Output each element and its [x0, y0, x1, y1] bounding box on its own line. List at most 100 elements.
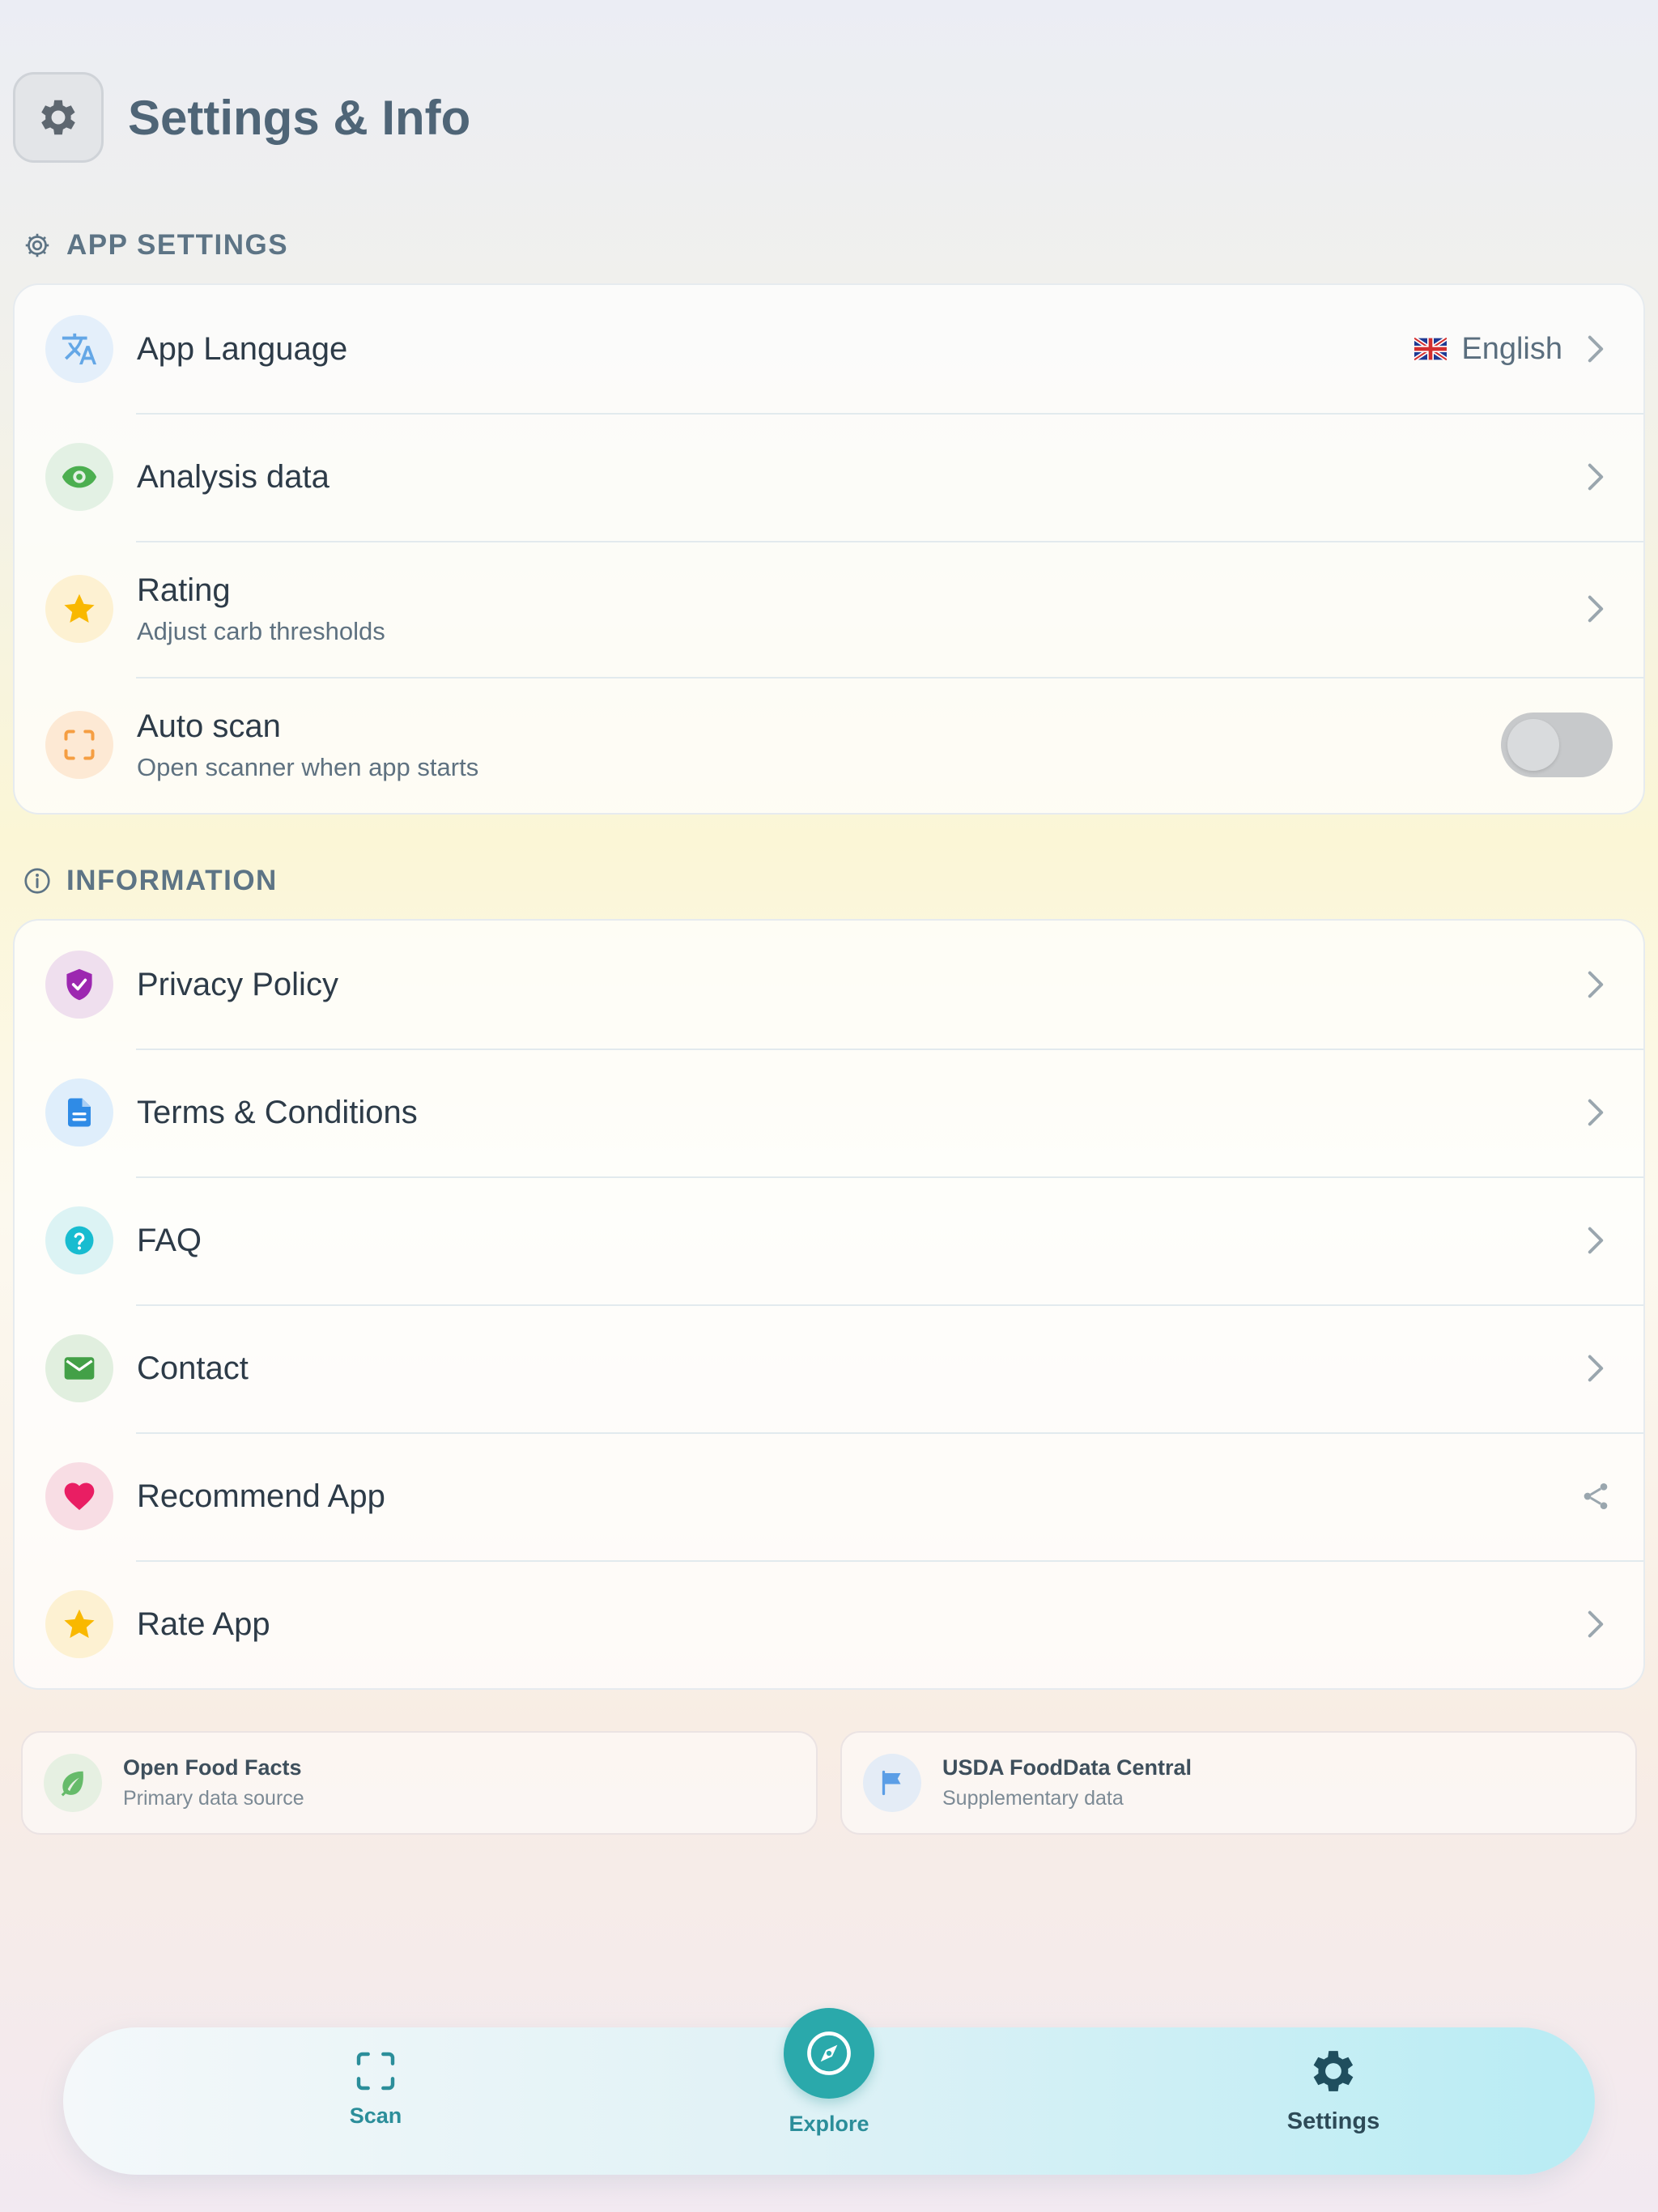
row-subtitle: Adjust carb thresholds: [137, 616, 385, 645]
row-icon-badge: [45, 1462, 113, 1530]
document-icon: [68, 1098, 91, 1127]
row-text: App Language: [137, 331, 347, 368]
auto-scan-toggle[interactable]: [1501, 713, 1613, 777]
chevron-right-icon: [1584, 461, 1608, 493]
compass-icon: [807, 2031, 851, 2075]
language-value-text: English: [1461, 331, 1562, 366]
row-icon-badge: [45, 575, 113, 643]
mail-icon: [64, 1357, 95, 1380]
source-card-open-food-facts: Open Food Facts Primary data source: [21, 1731, 818, 1835]
toggle-knob: [1507, 719, 1559, 771]
section-information-title: INFORMATION: [23, 861, 278, 901]
tab-settings[interactable]: Settings: [1238, 2044, 1429, 2135]
source-icon-badge: [863, 1754, 921, 1812]
row-label: Recommend App: [137, 1478, 385, 1514]
row-icon-badge: [45, 1206, 113, 1274]
row-text: Rate App: [137, 1606, 270, 1643]
source-card-usda: USDA FoodData Central Supplementary data: [840, 1731, 1637, 1835]
uk-flag-icon: [1414, 338, 1448, 360]
flag-icon: [882, 1770, 901, 1796]
row-text: FAQ: [137, 1223, 202, 1259]
row-privacy-policy[interactable]: Privacy Policy: [15, 921, 1643, 1049]
row-icon-badge: [45, 1078, 113, 1146]
chevron-right-icon: [1584, 1224, 1608, 1257]
row-recommend-app[interactable]: Recommend App: [15, 1432, 1643, 1560]
translate-icon: [62, 333, 97, 365]
chevron-right-icon: [1584, 1608, 1608, 1640]
eye-icon: [62, 466, 97, 488]
row-app-language[interactable]: App Language English: [15, 285, 1643, 413]
source-title: USDA FoodData Central: [942, 1755, 1192, 1780]
tab-explore[interactable]: Explore: [733, 2008, 925, 2137]
scan-frame-icon: [356, 2052, 395, 2091]
info-icon: [24, 868, 50, 894]
row-label: Privacy Policy: [137, 966, 338, 1002]
tab-label: Settings: [1286, 2108, 1380, 2134]
language-value: English: [1414, 332, 1562, 367]
header-gear-badge: [13, 72, 104, 163]
row-rating[interactable]: Rating Adjust carb thresholds: [15, 541, 1643, 677]
shield-check-icon: [66, 968, 92, 1001]
row-text: Auto scan Open scanner when app starts: [137, 708, 478, 782]
row-icon-badge: [45, 443, 113, 511]
row-label: Contact: [137, 1350, 249, 1386]
row-text: Rating Adjust carb thresholds: [137, 572, 385, 646]
app-settings-card: App Language English Analysis data Ratin…: [13, 283, 1645, 815]
chevron-right-icon: [1584, 968, 1608, 1001]
row-label: Analysis data: [137, 458, 329, 495]
row-icon-badge: [45, 711, 113, 779]
row-label: App Language: [137, 330, 348, 367]
row-text: Analysis data: [137, 459, 329, 496]
star-icon: [64, 593, 95, 623]
gear-icon: [41, 100, 75, 135]
row-label: Rating: [137, 572, 231, 608]
row-label: Rate App: [137, 1606, 270, 1642]
source-icon-badge: [44, 1754, 102, 1812]
tab-label: Explore: [789, 2112, 869, 2136]
gear-outline-icon: [25, 233, 49, 257]
row-text: Recommend App: [137, 1478, 385, 1515]
row-analysis-data[interactable]: Analysis data: [15, 413, 1643, 541]
row-rate-app[interactable]: Rate App: [15, 1560, 1643, 1688]
chevron-right-icon: [1584, 1352, 1608, 1385]
source-subtitle: Primary data source: [123, 1787, 304, 1810]
page-title: Settings & Info: [128, 90, 471, 145]
section-app-settings-title: APP SETTINGS: [23, 225, 288, 266]
row-icon-badge: [45, 1334, 113, 1402]
chevron-right-icon: [1584, 333, 1608, 365]
share-icon: [1579, 1480, 1613, 1512]
tab-label: Scan: [349, 2104, 402, 2128]
question-icon: [65, 1226, 94, 1255]
information-card: Privacy Policy Terms & Conditions FAQ Co…: [13, 919, 1645, 1690]
chevron-right-icon: [1584, 593, 1608, 625]
row-icon-badge: [45, 1590, 113, 1658]
row-faq[interactable]: FAQ: [15, 1176, 1643, 1304]
row-text: Privacy Policy: [137, 967, 338, 1003]
row-label: Auto scan: [137, 708, 281, 744]
chevron-right-icon: [1584, 1096, 1608, 1129]
row-label: FAQ: [137, 1222, 202, 1258]
page-header: Settings & Info: [13, 71, 470, 164]
section-title-text: INFORMATION: [66, 865, 278, 896]
row-terms-conditions[interactable]: Terms & Conditions: [15, 1049, 1643, 1176]
section-title-text: APP SETTINGS: [66, 229, 289, 261]
row-auto-scan: Auto scan Open scanner when app starts: [15, 677, 1643, 813]
source-text: Open Food Facts Primary data source: [123, 1755, 304, 1810]
gear-icon: [1313, 2051, 1354, 2091]
explore-button-circle: [784, 2008, 874, 2099]
heart-icon: [64, 1482, 95, 1511]
row-subtitle: Open scanner when app starts: [137, 752, 479, 781]
leaf-icon: [61, 1771, 83, 1797]
scan-frame-icon: [64, 730, 95, 760]
source-title: Open Food Facts: [123, 1755, 302, 1780]
row-icon-badge: [45, 315, 113, 383]
source-subtitle: Supplementary data: [942, 1787, 1124, 1810]
row-label: Terms & Conditions: [137, 1094, 418, 1130]
bottom-tab-bar: Scan Explore Settings: [63, 2008, 1595, 2175]
row-icon-badge: [45, 951, 113, 1019]
tab-scan[interactable]: Scan: [280, 2048, 471, 2129]
row-contact[interactable]: Contact: [15, 1304, 1643, 1432]
star-icon: [64, 1609, 95, 1639]
row-text: Contact: [137, 1351, 249, 1387]
source-text: USDA FoodData Central Supplementary data: [942, 1755, 1192, 1810]
